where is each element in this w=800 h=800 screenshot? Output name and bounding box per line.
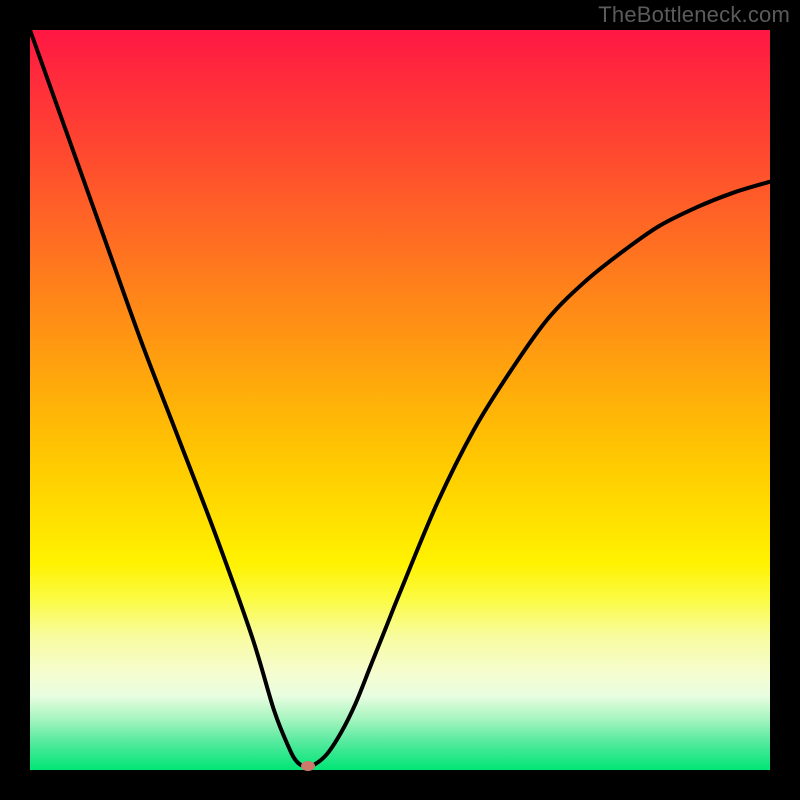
watermark-text: TheBottleneck.com xyxy=(598,2,790,28)
minimum-point-marker xyxy=(301,761,315,771)
curve-path xyxy=(30,30,770,767)
chart-frame: TheBottleneck.com xyxy=(0,0,800,800)
bottleneck-curve xyxy=(30,30,770,770)
